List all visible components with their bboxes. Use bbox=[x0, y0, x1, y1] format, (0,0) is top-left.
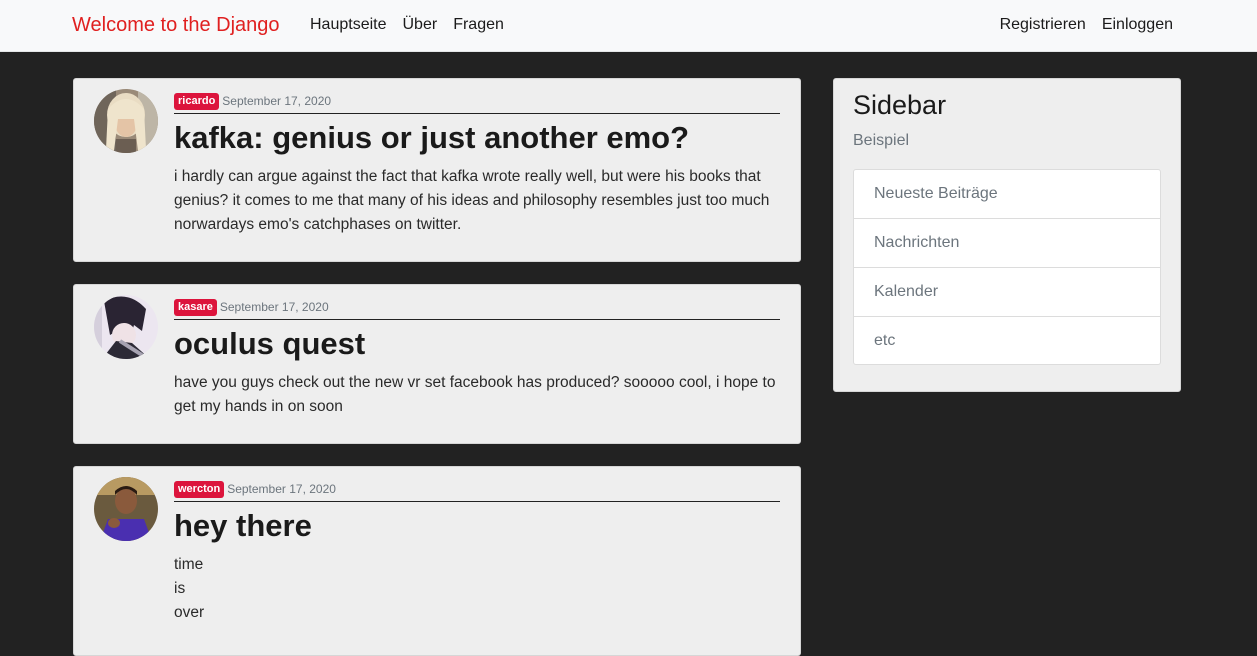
sidebar-item-nachrichten[interactable]: Nachrichten bbox=[854, 219, 1160, 268]
post-title[interactable]: kafka: genius or just another emo? bbox=[174, 119, 689, 157]
sidebar-item-kalender[interactable]: Kalender bbox=[854, 268, 1160, 317]
author-badge[interactable]: kasare bbox=[174, 299, 217, 316]
author-badge[interactable]: wercton bbox=[174, 481, 225, 498]
post-content-line: is bbox=[174, 580, 186, 597]
sidebar-item-etc[interactable]: etc bbox=[854, 317, 1160, 364]
sidebar-list: Neueste Beiträge Nachrichten Kalender et… bbox=[853, 169, 1161, 365]
post-card: wercton September 17, 2020 hey there time… bbox=[73, 466, 801, 656]
post-content: time is over bbox=[174, 553, 780, 625]
post-content-line: have you guys check out the new vr set f… bbox=[174, 374, 776, 415]
nav-link-registrieren[interactable]: Registrieren bbox=[1000, 14, 1086, 36]
post-date: September 17, 2020 bbox=[227, 482, 336, 496]
nav-link-hauptseite[interactable]: Hauptseite bbox=[310, 14, 387, 36]
post-content-line: i hardly can argue against the fact that… bbox=[174, 168, 770, 233]
author-badge[interactable]: ricardo bbox=[174, 93, 220, 110]
main-nav: Hauptseite Über Fragen bbox=[310, 14, 504, 36]
post-title[interactable]: hey there bbox=[174, 507, 312, 545]
post-meta: wercton September 17, 2020 bbox=[174, 481, 780, 502]
post-content: i hardly can argue against the fact that… bbox=[174, 165, 780, 237]
post-date: September 17, 2020 bbox=[219, 300, 329, 314]
avatar bbox=[94, 295, 158, 359]
post-content-line: over bbox=[174, 604, 205, 621]
post-title[interactable]: oculus quest bbox=[174, 325, 365, 363]
avatar bbox=[94, 89, 158, 153]
post-content: have you guys check out the new vr set f… bbox=[174, 371, 780, 419]
auth-nav: Registrieren Einloggen bbox=[1000, 14, 1173, 36]
post-date: September 17, 2020 bbox=[222, 94, 332, 108]
top-navbar: Welcome to the Django Hauptseite Über Fr… bbox=[0, 0, 1257, 52]
post-card: kasare September 17, 2020 oculus quest ha… bbox=[73, 284, 801, 444]
post-card: ricardo September 17, 2020 kafka: genius … bbox=[73, 78, 801, 262]
brand-link[interactable]: Welcome to the Django bbox=[72, 12, 280, 38]
post-meta: ricardo September 17, 2020 bbox=[174, 93, 780, 114]
nav-link-fragen[interactable]: Fragen bbox=[453, 14, 504, 36]
sidebar-subtitle: Beispiel bbox=[853, 132, 910, 149]
post-meta: kasare September 17, 2020 bbox=[174, 299, 780, 320]
avatar bbox=[94, 477, 158, 541]
nav-link-einloggen[interactable]: Einloggen bbox=[1102, 14, 1173, 36]
post-content-line: time bbox=[174, 556, 204, 573]
sidebar-title: Sidebar bbox=[853, 90, 947, 120]
nav-link-ueber[interactable]: Über bbox=[403, 14, 438, 36]
sidebar: Sidebar Beispiel Neueste Beiträge Nachri… bbox=[833, 78, 1181, 392]
sidebar-item-neueste-beitraege[interactable]: Neueste Beiträge bbox=[854, 170, 1160, 219]
